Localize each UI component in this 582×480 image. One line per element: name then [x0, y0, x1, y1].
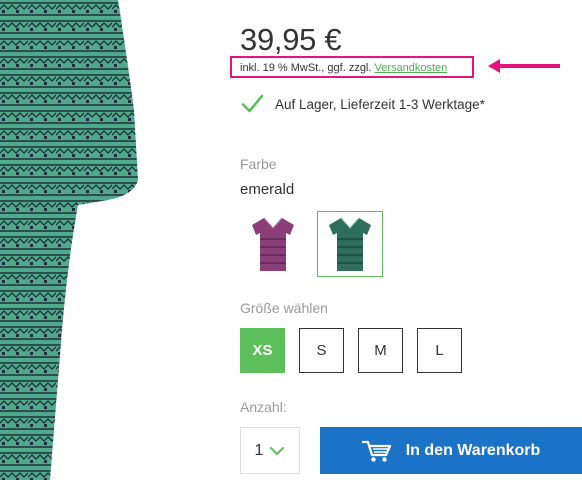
stock-status: Auf Lager, Lieferzeit 1-3 Werktage*: [240, 92, 485, 116]
cart-icon: [361, 439, 392, 463]
quantity-label: Anzahl:: [240, 399, 287, 415]
tax-note: inkl. 19 % MwSt., ggf. zzgl. Versandkost…: [240, 62, 447, 74]
check-icon: [240, 92, 264, 116]
product-price: 39,95 €: [240, 22, 342, 57]
size-button-xs[interactable]: XS: [240, 328, 285, 373]
add-to-cart-label: In den Warenkorb: [405, 441, 541, 459]
color-swatch-berry[interactable]: [240, 211, 306, 277]
size-button-l[interactable]: L: [417, 328, 462, 373]
stock-text: Auf Lager, Lieferzeit 1-3 Werktage*: [275, 96, 485, 112]
chevron-down-icon: [270, 446, 285, 455]
shipping-costs-link[interactable]: Versandkosten: [375, 62, 448, 74]
product-image[interactable]: [0, 0, 140, 480]
color-swatch-emerald[interactable]: [317, 211, 383, 277]
tax-note-text: inkl. 19 % MwSt., ggf. zzgl.: [240, 62, 372, 74]
shirt-thumbnail-emerald: [329, 217, 371, 271]
color-label: Farbe: [240, 156, 277, 172]
selected-color-value: emerald: [240, 181, 295, 198]
shirt-thumbnail-berry: [252, 217, 294, 271]
size-button-s[interactable]: S: [299, 328, 344, 373]
quantity-select[interactable]: 1: [240, 427, 300, 474]
arrow-left-icon: [488, 59, 560, 73]
size-label: Größe wählen: [240, 300, 328, 316]
size-button-m[interactable]: M: [358, 328, 403, 373]
quantity-value: 1: [254, 441, 264, 459]
add-to-cart-button[interactable]: In den Warenkorb: [320, 427, 582, 474]
